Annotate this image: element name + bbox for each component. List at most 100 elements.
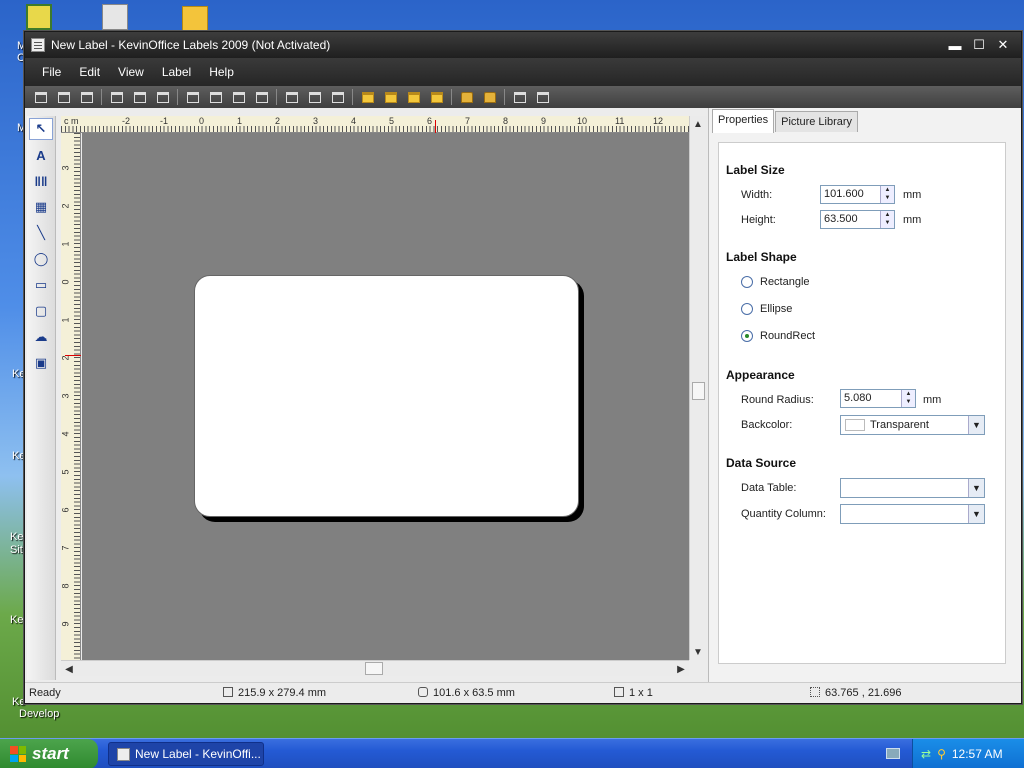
lock-icon[interactable]	[455, 87, 478, 107]
app-icon	[117, 747, 130, 761]
desktop-icon-1[interactable]	[26, 4, 52, 30]
round-radius-spinner[interactable]: ▲ ▼	[901, 390, 915, 407]
ruler-label: 2	[60, 203, 71, 209]
barcode-tool-icon[interactable]: ‖‖	[29, 170, 53, 192]
clock: 12:57 AM	[951, 747, 1003, 761]
qrcode-tool-icon[interactable]: ▦	[29, 196, 53, 218]
scroll-right-icon[interactable]: ▶	[673, 661, 689, 677]
menu-edit[interactable]: Edit	[70, 65, 109, 79]
rotate-icon[interactable]	[531, 87, 554, 107]
tab-picture-library[interactable]: Picture Library	[775, 111, 859, 132]
horizontal-scrollbar[interactable]: ◀ ▶	[61, 660, 689, 676]
page-size-value: 215.9 x 279.4 mm	[238, 687, 327, 699]
menu-file[interactable]: File	[33, 65, 70, 79]
tab-properties[interactable]: Properties	[712, 109, 775, 133]
align-bottom-icon[interactable]	[151, 87, 174, 107]
ruler-unit: c m	[64, 116, 79, 126]
status-bar: Ready 215.9 x 279.4 mm 101.6 x 63.5 mm 1…	[25, 682, 1021, 703]
scroll-thumb[interactable]	[692, 382, 705, 400]
ruler-label: 7	[465, 116, 471, 126]
roundrect-tool-icon[interactable]: ▢	[29, 300, 53, 322]
start-label: start	[32, 744, 69, 763]
align-middle-icon[interactable]	[128, 87, 151, 107]
properties-panel: Properties Picture Library Label Size Wi…	[708, 108, 1021, 688]
shape-roundrect-radio[interactable]: RoundRect	[741, 330, 815, 342]
center-vertical-icon[interactable]	[204, 87, 227, 107]
radius-unit: mm	[923, 394, 942, 406]
taskbar-window-button[interactable]: New Label - KevinOffi...	[108, 742, 264, 766]
ruler-label: 9	[60, 621, 71, 627]
space-vertical-icon[interactable]	[250, 87, 273, 107]
ruler-label: 3	[60, 165, 71, 171]
same-size-icon[interactable]	[326, 87, 349, 107]
width-label: Width:	[741, 189, 773, 201]
ruler-label: -2	[122, 116, 131, 126]
align-top-icon[interactable]	[105, 87, 128, 107]
design-canvas[interactable]	[82, 133, 689, 660]
send-to-back-icon[interactable]	[379, 87, 402, 107]
align-right-icon[interactable]	[75, 87, 98, 107]
pointer-tool-icon[interactable]: ↖	[29, 118, 53, 140]
color-swatch	[845, 419, 865, 431]
chevron-down-icon[interactable]: ▼	[968, 479, 984, 497]
round-radius-input[interactable]: 5.080 ▲ ▼	[840, 389, 916, 408]
rectangle-tool-icon[interactable]: ▭	[29, 274, 53, 296]
scroll-left-icon[interactable]: ◀	[61, 661, 77, 677]
label-shape[interactable]	[194, 275, 579, 517]
minimize-button[interactable]: ▬	[943, 35, 967, 55]
scroll-down-icon[interactable]: ▼	[690, 644, 706, 660]
flip-icon[interactable]	[508, 87, 531, 107]
height-spinner[interactable]: ▲ ▼	[880, 211, 894, 228]
keyboard-icon[interactable]	[886, 748, 900, 759]
send-backward-icon[interactable]	[425, 87, 448, 107]
bring-to-front-icon[interactable]	[356, 87, 379, 107]
vertical-scrollbar[interactable]: ▲ ▼	[689, 116, 707, 660]
space-horizontal-icon[interactable]	[227, 87, 250, 107]
bring-forward-icon[interactable]	[402, 87, 425, 107]
taskbar-window-title: New Label - KevinOffi...	[135, 747, 261, 761]
close-button[interactable]: ✕	[991, 35, 1015, 55]
ruler-label: 7	[60, 545, 71, 551]
width-input[interactable]: 101.600 ▲ ▼	[820, 185, 895, 204]
ellipse-tool-icon[interactable]: ◯	[29, 248, 53, 270]
same-height-icon[interactable]	[303, 87, 326, 107]
shape-ellipse-radio[interactable]: Ellipse	[741, 303, 792, 315]
ruler-label: 6	[60, 507, 71, 513]
shape-rectangle-radio[interactable]: Rectangle	[741, 276, 810, 288]
menu-label[interactable]: Label	[153, 65, 200, 79]
menu-view[interactable]: View	[109, 65, 153, 79]
start-button[interactable]: start	[0, 739, 98, 768]
align-center-icon[interactable]	[52, 87, 75, 107]
chevron-down-icon[interactable]: ▼	[968, 416, 984, 434]
height-input[interactable]: 63.500 ▲ ▼	[820, 210, 895, 229]
text-tool-icon[interactable]: A	[29, 144, 53, 166]
title-bar[interactable]: New Label - KevinOffice Labels 2009 (Not…	[25, 32, 1021, 58]
picture-tool-icon[interactable]: ▣	[29, 352, 53, 374]
polygon-tool-icon[interactable]: ☁	[29, 326, 53, 348]
menu-help[interactable]: Help	[200, 65, 243, 79]
ruler-label: 1	[60, 241, 71, 247]
ruler-label: 10	[577, 116, 588, 126]
network-icon[interactable]: ⇄	[921, 747, 931, 761]
width-spinner[interactable]: ▲ ▼	[880, 186, 894, 203]
system-tray: ⇄ ⚲ 12:57 AM	[912, 739, 1024, 768]
search-icon[interactable]: ⚲	[937, 747, 946, 761]
backcolor-select[interactable]: Transparent ▼	[840, 415, 985, 435]
scroll-up-icon[interactable]: ▲	[690, 116, 706, 132]
center-horizontal-icon[interactable]	[181, 87, 204, 107]
height-value: 63.500	[824, 213, 858, 225]
line-tool-icon[interactable]: ╲	[29, 222, 53, 244]
backcolor-value: Transparent	[870, 419, 929, 431]
desktop-label: Develop	[19, 708, 60, 720]
folder-icon[interactable]	[182, 6, 208, 32]
chevron-down-icon[interactable]: ▼	[968, 505, 984, 523]
align-left-icon[interactable]	[29, 87, 52, 107]
data-table-select[interactable]: ▼	[840, 478, 985, 498]
unlock-icon[interactable]	[478, 87, 501, 107]
desktop-icon-2[interactable]	[102, 4, 128, 30]
scroll-thumb[interactable]	[365, 662, 383, 675]
quantity-column-select[interactable]: ▼	[840, 504, 985, 524]
same-width-icon[interactable]	[280, 87, 303, 107]
maximize-button[interactable]: ☐	[967, 35, 991, 55]
ruler-label: 2	[60, 355, 71, 361]
